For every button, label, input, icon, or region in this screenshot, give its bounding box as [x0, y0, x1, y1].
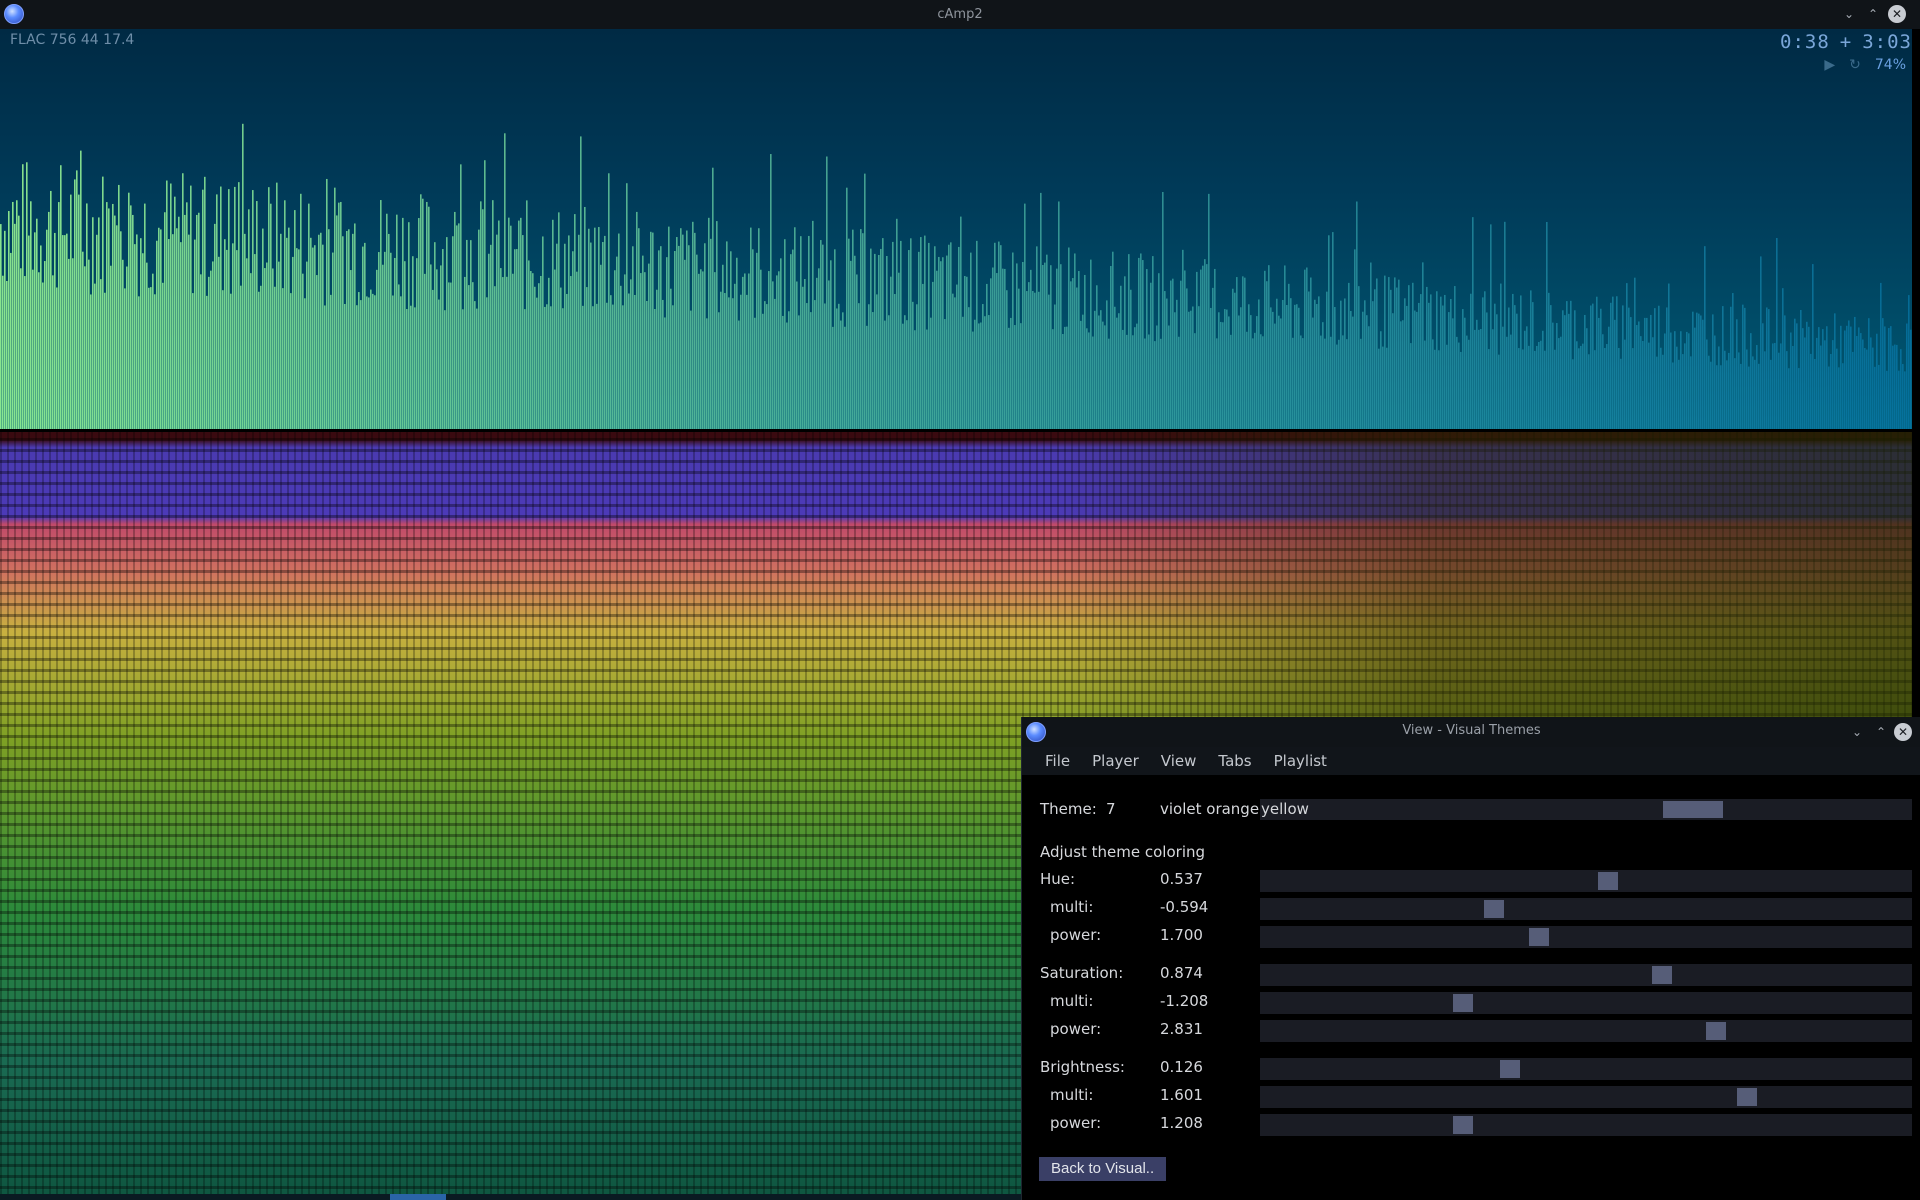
- minimize-chevron-down-icon[interactable]: ⌄: [1840, 5, 1858, 23]
- saturation-label: Saturation:: [1040, 964, 1124, 982]
- theme-label: Theme:: [1040, 800, 1097, 818]
- menu-playlist[interactable]: Playlist: [1274, 752, 1327, 770]
- dialog-titlebar[interactable]: View - Visual Themes ⌄ ⌃ ✕: [1022, 717, 1920, 747]
- brightness-value: 0.126: [1160, 1058, 1203, 1076]
- saturation-multi-slider[interactable]: [1260, 992, 1912, 1014]
- dialog-title: View - Visual Themes: [1402, 723, 1541, 738]
- menu-file[interactable]: File: [1045, 752, 1070, 770]
- main-titlebar[interactable]: cAmp2 ⌄ ⌃ ✕: [0, 0, 1920, 29]
- brightness-power-label: power:: [1050, 1114, 1102, 1132]
- hue-multi-value: -0.594: [1160, 898, 1209, 916]
- brightness-power-slider-knob[interactable]: [1453, 1116, 1473, 1134]
- menu-view[interactable]: View: [1161, 752, 1197, 770]
- saturation-value: 0.874: [1160, 964, 1203, 982]
- play-icon[interactable]: ▶: [1824, 57, 1835, 73]
- time-display: 0:38 +3:03: [1770, 31, 1912, 53]
- theme-name: violet orange: [1160, 800, 1260, 818]
- time-total[interactable]: 3:03: [1862, 31, 1912, 53]
- hue-label: Hue:: [1040, 870, 1076, 888]
- hue-power-slider-knob[interactable]: [1529, 928, 1549, 946]
- seek-strip[interactable]: [0, 1194, 1022, 1200]
- saturation-power-slider-knob[interactable]: [1706, 1022, 1726, 1040]
- theme-name-continued: yellow: [1261, 800, 1309, 818]
- menu-tabs[interactable]: Tabs: [1218, 752, 1251, 770]
- adjust-heading: Adjust theme coloring: [1040, 843, 1206, 861]
- hue-power-slider[interactable]: [1260, 926, 1912, 948]
- spectrum-bars: [0, 123, 1912, 429]
- theme-number: 7: [1106, 800, 1116, 818]
- hue-value: 0.537: [1160, 870, 1203, 888]
- dialog-close-icon[interactable]: ✕: [1894, 723, 1912, 741]
- saturation-multi-slider-knob[interactable]: [1453, 994, 1473, 1012]
- brightness-slider-knob[interactable]: [1500, 1060, 1520, 1078]
- window-title: cAmp2: [937, 7, 983, 22]
- saturation-slider[interactable]: [1260, 964, 1912, 986]
- maximize-chevron-up-icon[interactable]: ⌃: [1864, 5, 1882, 23]
- visual-themes-dialog: View - Visual Themes ⌄ ⌃ ✕ File Player V…: [1021, 717, 1920, 1200]
- hue-slider[interactable]: [1260, 870, 1912, 892]
- time-elapsed[interactable]: 0:38: [1780, 31, 1830, 53]
- dialog-menubar: File Player View Tabs Playlist: [1022, 747, 1920, 775]
- theme-slider[interactable]: yellow: [1260, 799, 1912, 820]
- hue-multi-slider-knob[interactable]: [1484, 900, 1504, 918]
- hue-multi-label: multi:: [1050, 898, 1094, 916]
- volume-percent[interactable]: 74%: [1875, 57, 1906, 73]
- close-icon[interactable]: ✕: [1888, 5, 1906, 23]
- brightness-power-slider[interactable]: [1260, 1114, 1912, 1136]
- menu-player[interactable]: Player: [1092, 752, 1139, 770]
- saturation-power-label: power:: [1050, 1020, 1102, 1038]
- brightness-multi-value: 1.601: [1160, 1086, 1203, 1104]
- seek-thumb[interactable]: [390, 1194, 446, 1200]
- hue-multi-slider[interactable]: [1260, 898, 1912, 920]
- back-to-visual-button[interactable]: Back to Visual..: [1039, 1157, 1167, 1181]
- brightness-multi-label: multi:: [1050, 1086, 1094, 1104]
- app-window: cAmp2 ⌄ ⌃ ✕ FLAC 756 44 17.4 0:38 +3:03 ▶…: [0, 0, 1920, 1200]
- saturation-multi-value: -1.208: [1160, 992, 1209, 1010]
- saturation-power-value: 2.831: [1160, 1020, 1203, 1038]
- brightness-power-value: 1.208: [1160, 1114, 1203, 1132]
- brightness-label: Brightness:: [1040, 1058, 1125, 1076]
- saturation-power-slider[interactable]: [1260, 1020, 1912, 1042]
- playback-controls: ▶ ↻ 74%: [1824, 57, 1906, 73]
- theme-slider-knob[interactable]: [1663, 801, 1723, 818]
- dialog-minimize-chevron-down-icon[interactable]: ⌄: [1848, 723, 1866, 741]
- brightness-multi-slider-knob[interactable]: [1737, 1088, 1757, 1106]
- hue-power-label: power:: [1050, 926, 1102, 944]
- repeat-icon[interactable]: ↻: [1849, 57, 1861, 73]
- spectrum-analyzer: [0, 29, 1912, 429]
- brightness-slider[interactable]: [1260, 1058, 1912, 1080]
- hue-slider-knob[interactable]: [1598, 872, 1618, 890]
- spectrogram-overlay: [0, 432, 1912, 732]
- saturation-slider-knob[interactable]: [1652, 966, 1672, 984]
- saturation-multi-label: multi:: [1050, 992, 1094, 1010]
- track-format-info: FLAC 756 44 17.4: [10, 32, 135, 48]
- hue-power-value: 1.700: [1160, 926, 1203, 944]
- time-separator: +: [1839, 31, 1853, 53]
- dialog-maximize-chevron-up-icon[interactable]: ⌃: [1872, 723, 1890, 741]
- brightness-multi-slider[interactable]: [1260, 1086, 1912, 1108]
